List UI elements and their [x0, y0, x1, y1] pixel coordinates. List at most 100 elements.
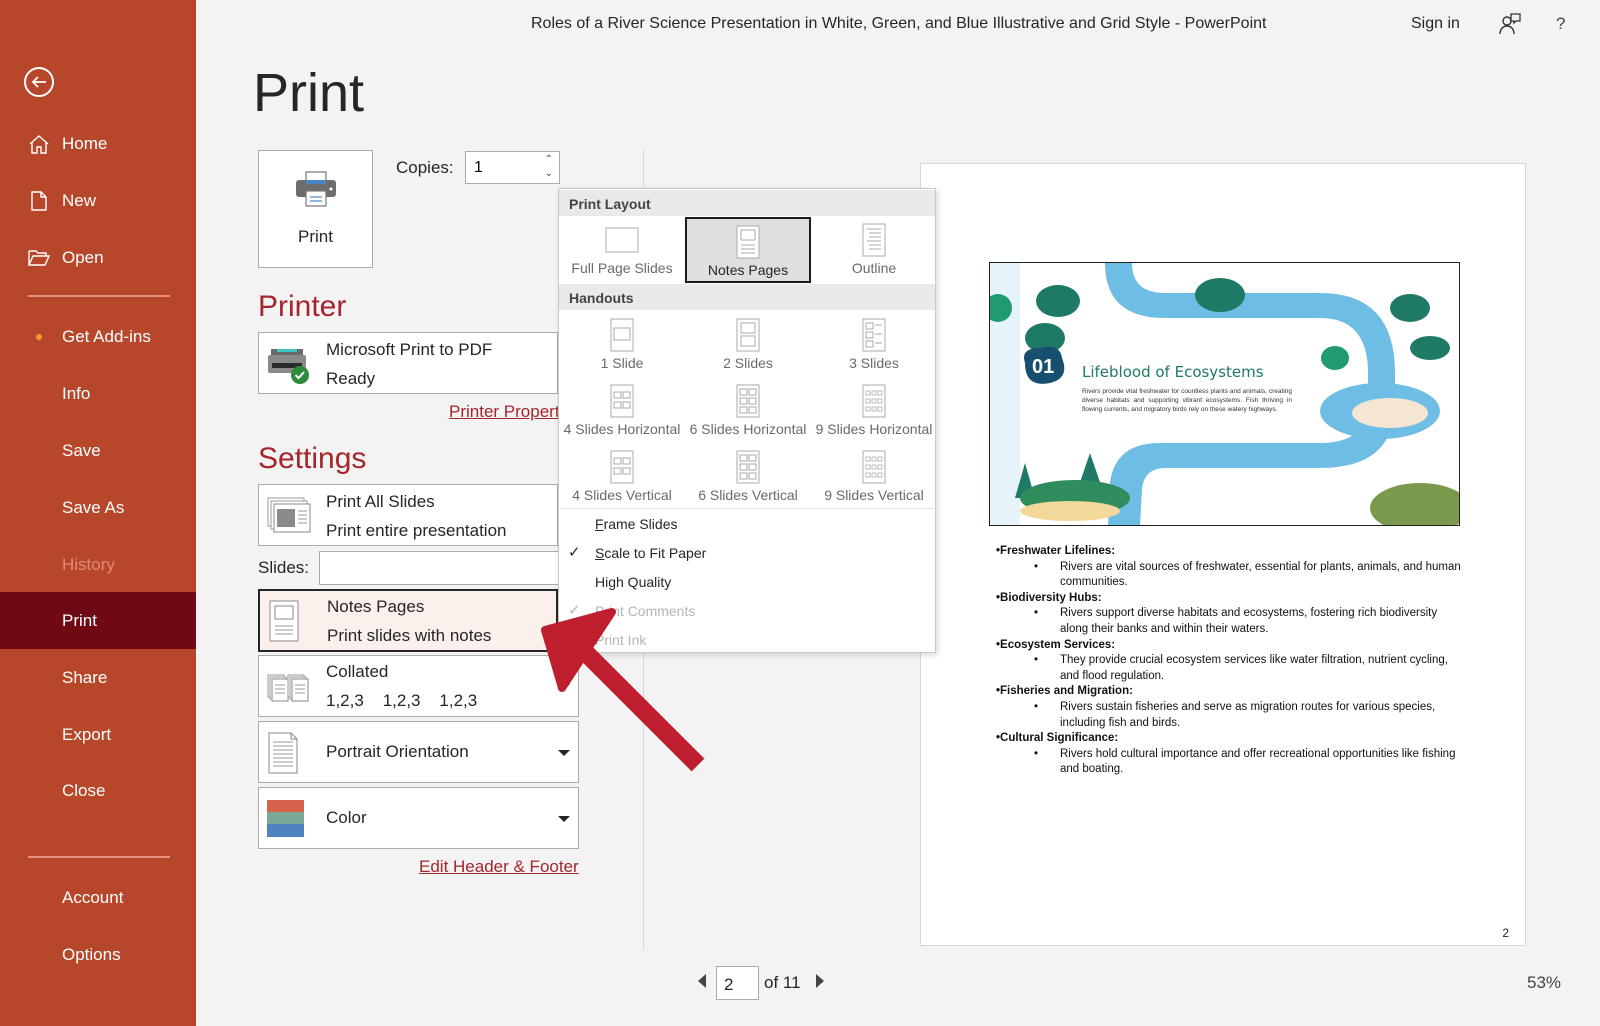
nav-share[interactable]: Share: [0, 649, 196, 706]
option-high-quality[interactable]: High Quality: [559, 568, 935, 597]
note-bullet: Rivers hold cultural importance and offe…: [996, 747, 1466, 778]
notes-pages-icon: [269, 600, 299, 642]
collation-selector[interactable]: Collated 1,2,3 1,2,3 1,2,3: [258, 655, 579, 717]
previous-page-icon[interactable]: [698, 974, 706, 988]
handout-2-slides[interactable]: 2 Slides: [685, 312, 811, 378]
handout-6-slides-vertical[interactable]: 6 Slides Vertical: [685, 444, 811, 510]
range-subtitle: Print entire presentation: [326, 521, 507, 540]
printer-name: Microsoft Print to PDF: [326, 340, 493, 359]
note-heading: •Biodiversity Hubs:: [996, 591, 1102, 604]
document-title: Roles of a River Science Presentation in…: [531, 15, 1267, 32]
notification-dot: [36, 333, 42, 340]
nav-label: Account: [62, 887, 124, 907]
range-title: Print All Slides: [326, 492, 435, 511]
nav-home[interactable]: Home: [0, 115, 196, 172]
nav-close[interactable]: Close: [0, 762, 196, 819]
sign-in-link[interactable]: Sign in: [1411, 15, 1460, 33]
handout-1-slide[interactable]: 1 Slide: [559, 312, 685, 378]
copies-spinner[interactable]: ⌃ ⌄: [465, 151, 560, 184]
option-label: Frame Slides: [595, 516, 677, 532]
nav-open[interactable]: Open: [0, 229, 196, 286]
handout-4-slides-vertical[interactable]: 4 Slides Vertical: [559, 444, 685, 510]
handout-9-slides-vertical[interactable]: 9 Slides Vertical: [811, 444, 937, 510]
slides-input[interactable]: [320, 552, 558, 584]
handout-3-slides[interactable]: 3 Slides: [811, 312, 937, 378]
printer-properties-link[interactable]: Printer Propert: [449, 402, 560, 422]
help-icon[interactable]: ?: [1556, 14, 1565, 34]
spin-down-icon[interactable]: ⌄: [545, 169, 553, 179]
print-layout-selector[interactable]: Notes Pages Print slides with notes: [258, 589, 558, 652]
nav-options[interactable]: Options: [0, 926, 196, 983]
feedback-icon[interactable]: [1498, 12, 1522, 36]
handout-4-slides-horizontal[interactable]: 4 Slides Horizontal: [559, 378, 685, 444]
color-title: Color: [326, 808, 367, 827]
nav-label: Save As: [62, 497, 125, 517]
nav-separator: [28, 295, 170, 297]
handout-4-vertical-icon: [610, 450, 634, 484]
option-label: 9 Slides Vertical: [824, 487, 924, 503]
handout-6-slides-horizontal[interactable]: 6 Slides Horizontal: [685, 378, 811, 444]
print-button[interactable]: Print: [258, 150, 373, 268]
spin-up-icon[interactable]: ⌃: [545, 155, 553, 165]
open-folder-icon: [28, 249, 50, 266]
option-scale-to-fit-paper[interactable]: ✓ Scale to Fit Paper: [559, 539, 935, 568]
option-frame-slides[interactable]: Frame Slides: [559, 510, 935, 539]
nav-label: Print: [62, 610, 97, 630]
nav-label: Home: [62, 133, 108, 153]
handout-9-slides-horizontal[interactable]: 9 Slides Horizontal: [811, 378, 937, 444]
nav-info[interactable]: Info: [0, 365, 196, 422]
note-bullet: Rivers sustain fisheries and serve as mi…: [996, 700, 1466, 731]
nav-history: History: [0, 536, 196, 593]
current-page-input[interactable]: 2: [716, 966, 759, 1000]
option-label: 9 Slides Horizontal: [815, 421, 933, 437]
annotation-arrow-icon: [541, 608, 705, 772]
print-layout-header: Print Layout: [559, 190, 935, 216]
new-document-icon: [31, 190, 47, 211]
print-layout-dropdown: Print Layout Full Page Slides Notes Page…: [558, 188, 936, 653]
orientation-selector[interactable]: Portrait Orientation: [258, 721, 579, 783]
layout-title: Notes Pages: [327, 597, 425, 616]
note-heading: •Cultural Significance:: [996, 732, 1119, 745]
printer-icon: [295, 171, 336, 207]
slide-thumbnail: 01 Lifeblood of Ecosystems Rivers provid…: [989, 262, 1460, 526]
nav-new[interactable]: New: [0, 172, 196, 229]
option-label: 4 Slides Vertical: [572, 487, 672, 503]
nav-export[interactable]: Export: [0, 706, 196, 763]
home-icon: [29, 134, 49, 154]
layout-full-page-slides[interactable]: Full Page Slides: [559, 217, 685, 283]
option-label: 6 Slides Horizontal: [689, 421, 807, 437]
printer-selector[interactable]: Microsoft Print to PDF Ready: [258, 332, 558, 394]
checkmark-icon: ✓: [568, 544, 581, 561]
print-preview-page: 01 Lifeblood of Ecosystems Rivers provid…: [920, 163, 1526, 946]
zoom-level[interactable]: 53%: [1527, 973, 1561, 993]
outline-icon: [862, 223, 886, 257]
printer-ready-icon: [268, 349, 309, 384]
back-button[interactable]: [24, 67, 54, 97]
copies-input[interactable]: [466, 152, 536, 183]
slide-range-selector[interactable]: Print All Slides Print entire presentati…: [258, 484, 558, 546]
page-title: Print: [253, 63, 365, 123]
next-page-icon[interactable]: [816, 974, 824, 988]
nav-save-as[interactable]: Save As: [0, 479, 196, 536]
portrait-page-icon: [268, 732, 298, 774]
option-label: Scale to Fit Paper: [595, 545, 706, 561]
note-bullet: They provide crucial ecosystem services …: [996, 653, 1466, 684]
frame-slides-rest: rame Slides: [603, 516, 678, 532]
nav-print[interactable]: Print: [0, 592, 196, 649]
print-button-label: Print: [298, 227, 333, 246]
scale-rest: cale to Fit Paper: [604, 545, 707, 561]
speaker-notes: •Freshwater Lifelines: Rivers are vital …: [996, 544, 1466, 778]
back-arrow-icon: [31, 76, 46, 88]
nav-label: Save: [62, 440, 101, 460]
nav-account[interactable]: Account: [0, 869, 196, 926]
orientation-title: Portrait Orientation: [326, 742, 469, 761]
handout-6-horizontal-icon: [736, 384, 760, 418]
layout-outline[interactable]: Outline: [811, 217, 937, 283]
handouts-header: Handouts: [559, 284, 935, 310]
slides-field[interactable]: [319, 551, 559, 585]
nav-save[interactable]: Save: [0, 422, 196, 479]
layout-notes-pages[interactable]: Notes Pages: [685, 217, 811, 283]
color-selector[interactable]: Color: [258, 787, 579, 849]
nav-get-add-ins[interactable]: Get Add-ins: [0, 308, 196, 365]
edit-header-footer-link[interactable]: Edit Header & Footer: [419, 857, 579, 877]
